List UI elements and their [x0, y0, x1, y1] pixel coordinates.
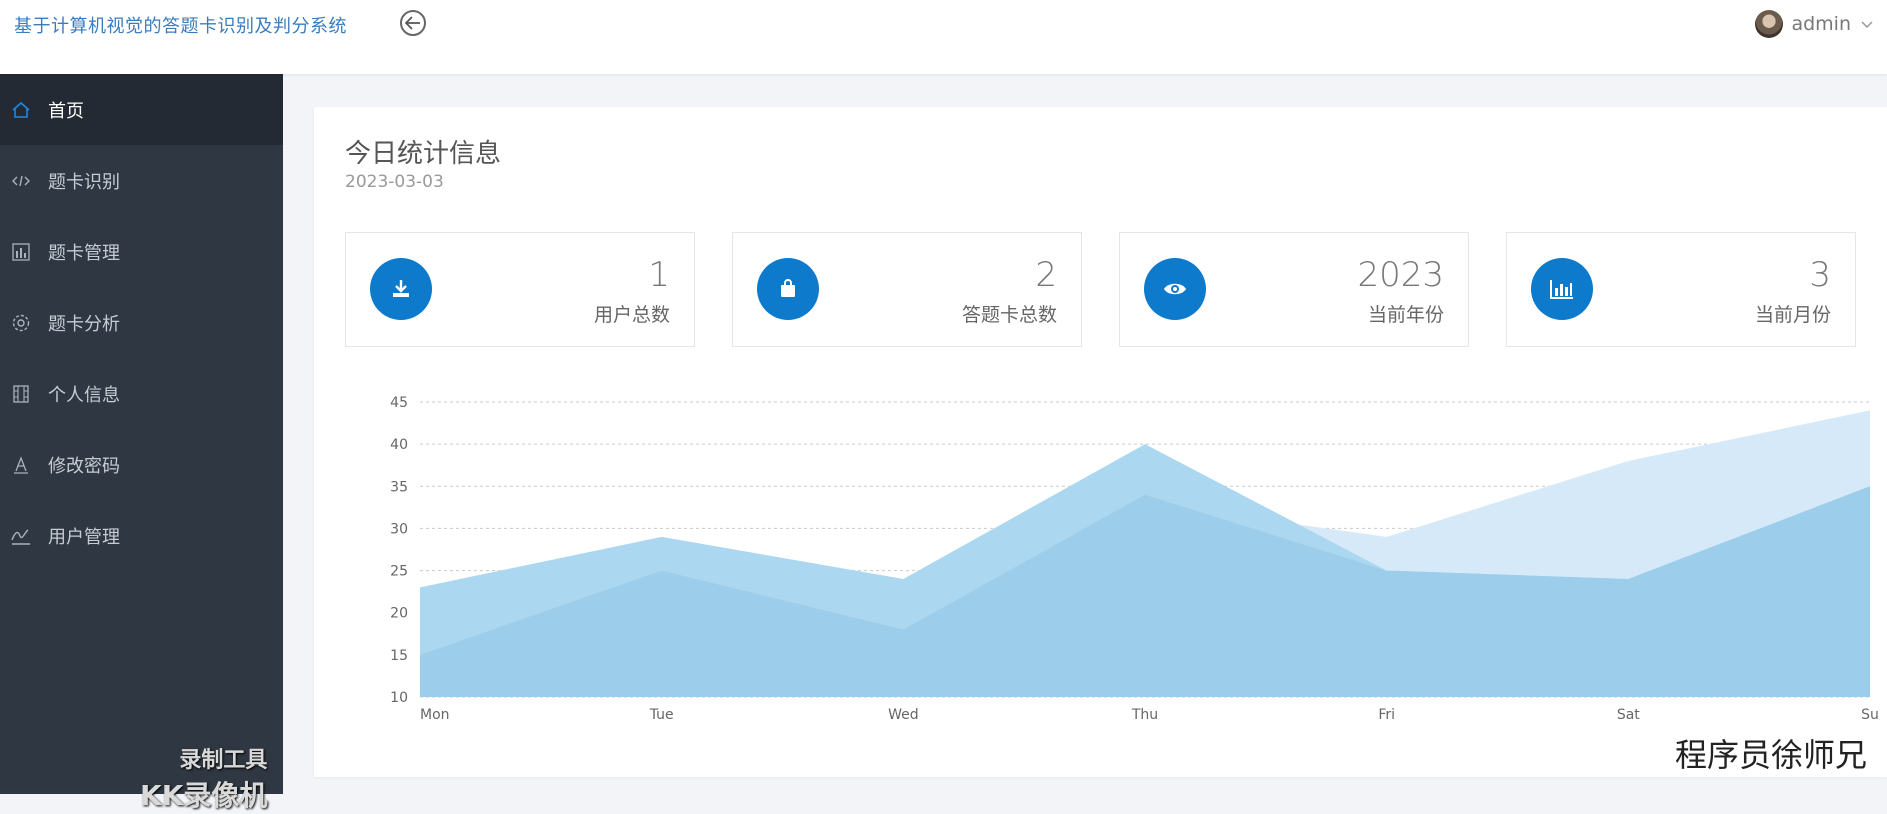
y-tick-label: 20: [390, 606, 408, 622]
stat-box-year: 2023 当前年份: [1119, 232, 1469, 347]
stat-box-month: 3 当前月份: [1506, 232, 1856, 347]
y-tick-label: 15: [390, 648, 408, 664]
y-tick-label: 10: [390, 690, 408, 706]
sidebar-item-label: 题卡分析: [48, 313, 120, 335]
stat-value: 3: [1809, 255, 1831, 295]
stat-value: 2023: [1357, 255, 1444, 295]
user-menu[interactable]: admin: [1755, 10, 1875, 38]
stat-box-users: 1 用户总数: [345, 232, 695, 347]
user-name: admin: [1791, 13, 1851, 35]
y-tick-label: 35: [390, 479, 408, 495]
home-icon: [10, 99, 32, 121]
x-tick-label: Tue: [649, 707, 674, 723]
text-a-icon: [10, 454, 32, 476]
sidebar-item-user-management[interactable]: 用户管理: [0, 500, 283, 571]
sidebar-item-label: 首页: [48, 100, 84, 122]
page-date: 2023-03-03: [345, 172, 444, 192]
sidebar-item-label: 用户管理: [48, 526, 120, 548]
gear-icon: [10, 312, 32, 334]
sidebar-item-label: 修改密码: [48, 455, 120, 477]
stat-label: 用户总数: [593, 304, 670, 326]
bag-icon: [757, 258, 819, 320]
app-title: 基于计算机视觉的答题卡识别及判分系统: [14, 16, 347, 37]
sidebar-item-profile[interactable]: 个人信息: [0, 358, 283, 429]
sidebar: 首页 题卡识别 题卡管理 题卡分析 个人信息 修改密码 用户管理 录制工具 KK…: [0, 74, 283, 812]
x-tick-label: Su: [1861, 707, 1879, 723]
y-tick-label: 40: [390, 437, 408, 453]
chart-svg: 10 15 20 25 30 35 40 45 Mon Tue Wed Thu Fri Sat Su: [390, 395, 1879, 723]
download-icon: [370, 258, 432, 320]
sidebar-item-card-analysis[interactable]: 题卡分析: [0, 287, 283, 358]
weekly-area-chart: 10 15 20 25 30 35 40 45 Mon Tue Wed Thu Fri Sat Su: [345, 377, 1887, 747]
sidebar-item-label: 题卡识别: [48, 171, 120, 193]
x-tick-label: Mon: [420, 707, 450, 723]
sidebar-item-change-password[interactable]: 修改密码: [0, 429, 283, 500]
stats-card: 今日统计信息 2023-03-03 1 用户总数 2 答题卡总数 2023 当前…: [314, 107, 1887, 777]
sidebar-item-label: 题卡管理: [48, 242, 120, 264]
y-tick-label: 25: [390, 564, 408, 580]
page-title: 今日统计信息: [345, 139, 502, 169]
stat-label: 当前月份: [1754, 304, 1831, 326]
y-tick-label: 45: [390, 395, 408, 411]
sidebar-item-label: 个人信息: [48, 384, 120, 406]
x-tick-label: Fri: [1378, 707, 1395, 723]
sidebar-item-card-recognition[interactable]: 题卡识别: [0, 145, 283, 216]
x-tick-label: Sat: [1617, 707, 1640, 723]
top-bar: 基于计算机视觉的答题卡识别及判分系统 admin: [0, 0, 1887, 74]
stat-label: 当前年份: [1367, 304, 1444, 326]
bar-chart-icon: [10, 241, 32, 263]
y-tick-label: 30: [390, 521, 408, 537]
signature-icon: [10, 525, 32, 547]
x-tick-label: Wed: [888, 707, 919, 723]
film-icon: [10, 383, 32, 405]
stat-value: 2: [1035, 255, 1057, 295]
author-watermark: 程序员徐师兄: [1674, 736, 1867, 774]
stat-box-cards: 2 答题卡总数: [732, 232, 1082, 347]
sidebar-item-card-management[interactable]: 题卡管理: [0, 216, 283, 287]
stat-value: 1: [648, 255, 670, 295]
back-arrow-icon[interactable]: [400, 10, 426, 36]
chevron-down-icon: [1861, 21, 1873, 29]
eye-icon: [1144, 258, 1206, 320]
avatar: [1755, 10, 1784, 38]
stat-label: 答题卡总数: [961, 304, 1057, 326]
code-icon: [10, 170, 32, 192]
recorder-watermark: 录制工具 KK录像机: [140, 748, 268, 812]
x-tick-label: Thu: [1131, 707, 1158, 723]
bar-chart-icon: [1531, 258, 1593, 320]
sidebar-item-home[interactable]: 首页: [0, 74, 283, 145]
